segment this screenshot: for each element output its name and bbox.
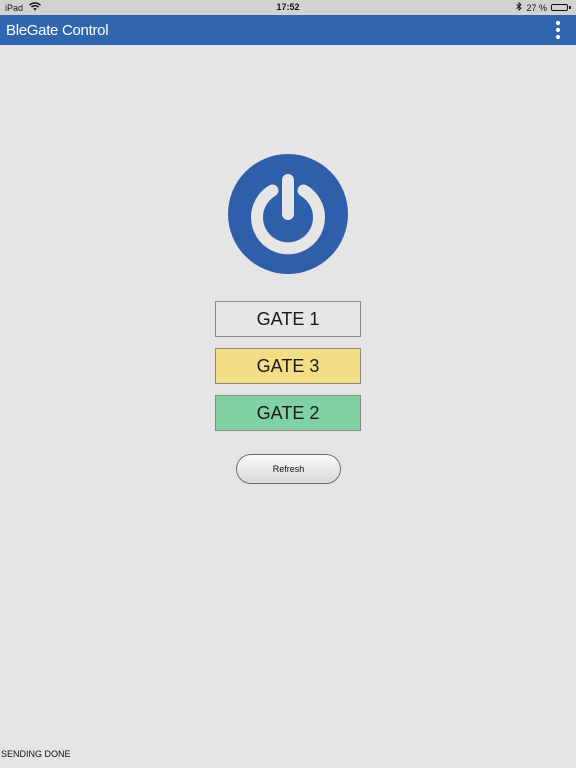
gate-1-button[interactable]: GATE 1 [215, 301, 361, 337]
refresh-button[interactable]: Refresh [236, 454, 341, 484]
battery-percent: 27 % [526, 2, 547, 13]
gate-2-button[interactable]: GATE 2 [215, 395, 361, 431]
power-button[interactable] [228, 154, 348, 274]
app-bar: BleGate Control [0, 15, 576, 45]
status-message: SENDING DONE [1, 749, 71, 759]
power-icon [228, 154, 348, 274]
app-title: BleGate Control [6, 22, 109, 39]
status-time: 17:52 [276, 2, 300, 12]
battery-icon [551, 4, 571, 11]
status-bar: iPad 17:52 27 % [0, 0, 576, 15]
status-right: 27 % [516, 1, 571, 13]
gate-3-button[interactable]: GATE 3 [215, 348, 361, 384]
more-vertical-icon[interactable] [546, 18, 570, 42]
bluetooth-icon [516, 1, 523, 13]
